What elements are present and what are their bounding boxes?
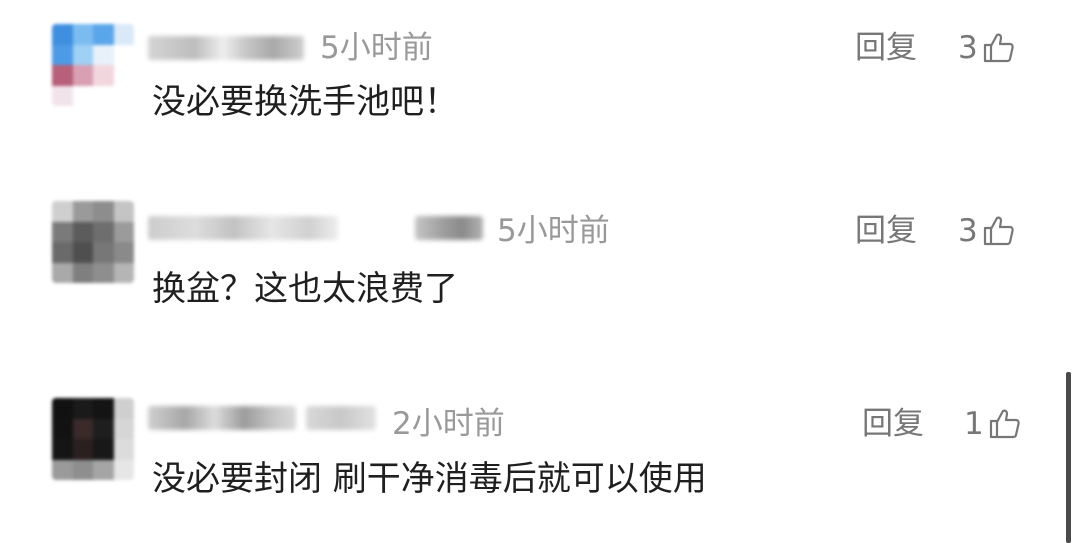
like-button[interactable]: 3: [958, 212, 1016, 250]
username-redacted[interactable]: [148, 216, 338, 240]
thumbs-up-icon: [982, 31, 1016, 65]
avatar-mosaic-tile: [72, 418, 94, 440]
like-button[interactable]: 1: [964, 405, 1022, 443]
avatar-mosaic-tile: [93, 242, 114, 263]
avatar-mosaic-tile: [52, 459, 73, 480]
username-redacted[interactable]: [306, 406, 376, 430]
avatar-mosaic-tile: [52, 201, 73, 222]
avatar[interactable]: [52, 398, 134, 480]
username-redacted[interactable]: [415, 216, 483, 240]
like-count: 3: [958, 30, 978, 66]
avatar-mosaic-tile: [72, 44, 94, 66]
avatar-mosaic-tile: [52, 242, 73, 263]
avatar-mosaic-tile: [52, 44, 73, 66]
avatar-mosaic-tile: [72, 242, 94, 263]
timestamp: 5小时前: [320, 30, 433, 66]
avatar-mosaic-tile: [93, 418, 114, 440]
avatar-mosaic-tile: [113, 65, 134, 86]
avatar-mosaic-tile: [93, 439, 114, 460]
avatar-mosaic-tile: [93, 44, 114, 66]
avatar-mosaic-tile: [52, 418, 73, 440]
avatar-mosaic-tile: [93, 24, 114, 45]
avatar-mosaic-tile: [93, 459, 114, 480]
thumbs-up-icon: [982, 214, 1016, 248]
comment-item: 2小时前 没必要封闭 刷干净消毒后就可以使用 回复 1: [0, 372, 1080, 532]
avatar-mosaic-tile: [113, 242, 134, 263]
reply-button[interactable]: 回复: [855, 29, 917, 67]
avatar-mosaic-tile: [113, 44, 134, 66]
avatar-mosaic-tile: [72, 24, 94, 45]
timestamp: 5小时前: [497, 213, 610, 249]
avatar-mosaic-tile: [72, 85, 94, 106]
avatar-mosaic-tile: [72, 221, 94, 243]
comment-text: 没必要封闭 刷干净消毒后就可以使用: [152, 459, 707, 499]
avatar-mosaic-tile: [72, 262, 94, 283]
avatar-mosaic-tile: [52, 24, 73, 45]
avatar[interactable]: [52, 201, 134, 283]
avatar-mosaic-tile: [113, 85, 134, 106]
comment-item: 5小时前 没必要换洗手池吧！ 回复 3: [0, 0, 1080, 160]
avatar-mosaic-tile: [72, 398, 94, 419]
avatar-mosaic-tile: [113, 24, 134, 45]
avatar-mosaic-tile: [113, 201, 134, 222]
avatar-mosaic-tile: [93, 398, 114, 419]
avatar-mosaic-tile: [113, 439, 134, 460]
timestamp: 2小时前: [392, 406, 505, 442]
like-count: 1: [964, 406, 984, 442]
avatar-mosaic-tile: [52, 221, 73, 243]
reply-button[interactable]: 回复: [862, 405, 924, 443]
avatar-mosaic-tile: [72, 201, 94, 222]
avatar-mosaic-tile: [93, 65, 114, 86]
avatar-mosaic-tile: [52, 439, 73, 460]
avatar-mosaic-tile: [113, 459, 134, 480]
thumbs-up-icon: [988, 407, 1022, 441]
avatar-mosaic-tile: [113, 221, 134, 243]
like-count: 3: [958, 213, 978, 249]
reply-button[interactable]: 回复: [855, 212, 917, 250]
scrollbar[interactable]: [1066, 372, 1071, 543]
avatar-mosaic-tile: [52, 85, 73, 106]
avatar-mosaic-tile: [93, 85, 114, 106]
avatar-mosaic-tile: [113, 418, 134, 440]
avatar-mosaic-tile: [52, 398, 73, 419]
comment-text: 没必要换洗手池吧！: [152, 82, 458, 122]
avatar[interactable]: [52, 24, 134, 106]
avatar-mosaic-tile: [72, 439, 94, 460]
avatar-mosaic-tile: [93, 221, 114, 243]
comment-text: 换盆？这也太浪费了: [152, 269, 458, 309]
avatar-mosaic-tile: [72, 65, 94, 86]
avatar-mosaic-tile: [52, 262, 73, 283]
avatar-mosaic-tile: [93, 262, 114, 283]
avatar-mosaic-tile: [93, 201, 114, 222]
username-redacted[interactable]: [148, 36, 304, 60]
avatar-mosaic-tile: [113, 262, 134, 283]
username-redacted[interactable]: [148, 406, 296, 430]
comment-item: 5小时前 换盆？这也太浪费了 回复 3: [0, 183, 1080, 343]
avatar-mosaic-tile: [52, 65, 73, 86]
avatar-mosaic-tile: [113, 398, 134, 419]
avatar-mosaic-tile: [72, 459, 94, 480]
like-button[interactable]: 3: [958, 29, 1016, 67]
